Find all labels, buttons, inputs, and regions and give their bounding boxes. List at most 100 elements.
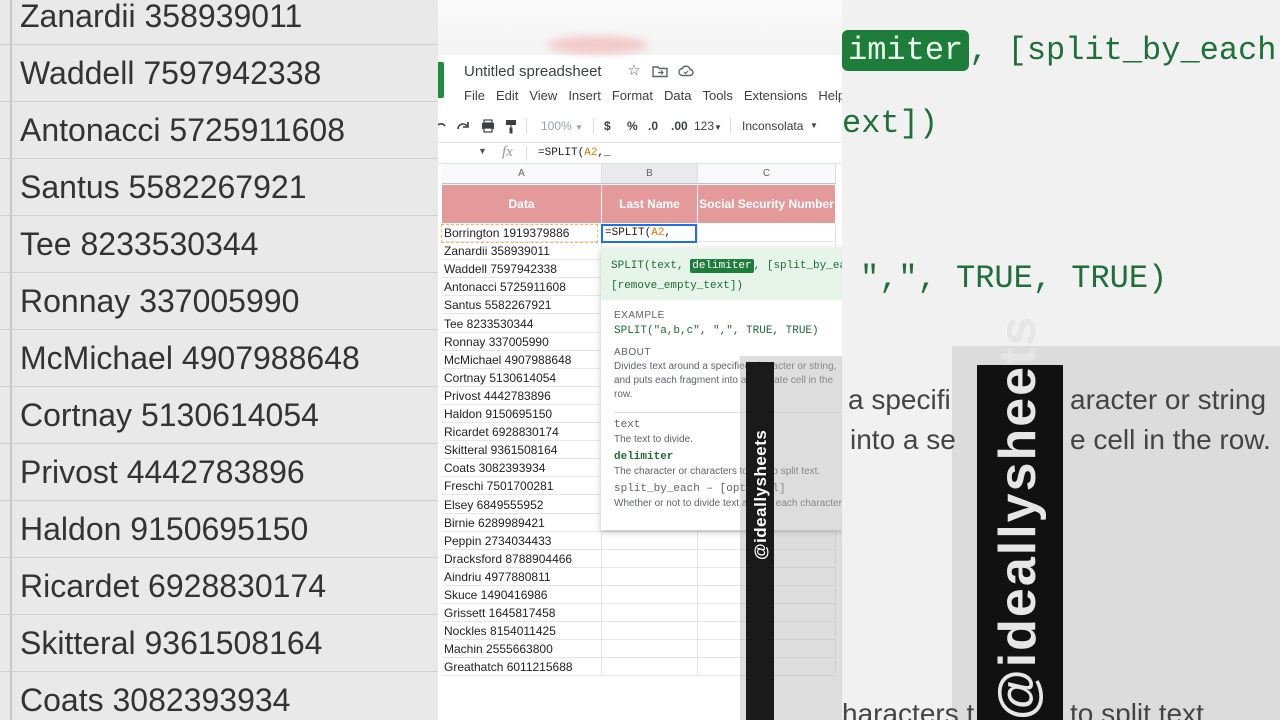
- bg-signature-line2: ext]): [842, 105, 939, 142]
- cell-data[interactable]: Nockles 8154011425: [444, 622, 600, 640]
- header-cell-last-name[interactable]: Last Name: [602, 185, 698, 223]
- active-cell-prefix: =SPLIT(: [605, 227, 652, 239]
- cell-data[interactable]: Ronnay 337005990: [444, 333, 600, 351]
- formats-caret-icon: ▼: [714, 123, 722, 132]
- cell-data[interactable]: Skuce 1490416986: [444, 586, 600, 604]
- cell-data[interactable]: Skitteral 9361508164: [444, 441, 600, 459]
- zoom-caret-icon: ▼: [575, 123, 583, 132]
- red-blur: [548, 36, 648, 54]
- bg-left-row: Zanardii 358939011: [0, 0, 438, 45]
- more-formats-button[interactable]: 123▼: [694, 113, 722, 139]
- font-caret-icon[interactable]: ▼: [810, 113, 818, 139]
- cell-data[interactable]: Tee 8233530344: [444, 315, 600, 333]
- header-cell-ssn[interactable]: Social Security Number: [698, 185, 836, 223]
- print-icon[interactable]: [480, 113, 496, 139]
- font-family-select[interactable]: Inconsolata: [742, 113, 803, 139]
- redo-icon[interactable]: [456, 113, 472, 139]
- bg-left-row: Tee 8233530344: [0, 216, 438, 273]
- sig-start: SPLIT(text,: [611, 260, 691, 272]
- cell-data[interactable]: Grissett 1645817458: [444, 604, 600, 622]
- top-blur-strip: [438, 0, 842, 55]
- menu-data[interactable]: Data: [664, 88, 691, 103]
- cell-data[interactable]: Greathatch 6011215688: [444, 658, 600, 676]
- move-folder-icon[interactable]: [652, 63, 668, 79]
- header-cell-data[interactable]: Data: [442, 185, 602, 223]
- cell-data[interactable]: Aindriu 4977880811: [444, 568, 600, 586]
- bg-left-row: Haldon 9150695150: [0, 501, 438, 558]
- cell-data[interactable]: McMichael 4907988648: [444, 351, 600, 369]
- cell-data[interactable]: Ricardet 6928830174: [444, 423, 600, 441]
- bg-watermark-text: @ideallysheets: [989, 314, 1047, 720]
- signature-line2: [remove_empty_text]): [611, 280, 744, 292]
- cell-data[interactable]: Haldon 9150695150: [444, 405, 600, 423]
- cell-data[interactable]: Waddell 7597942338: [444, 260, 600, 278]
- cell-data[interactable]: Coats 3082393934: [444, 459, 600, 477]
- cell-data[interactable]: Privost 4442783896: [444, 387, 600, 405]
- formula-suffix: ,_: [597, 147, 611, 159]
- background-right-zoom: imiter, [split_by_each ext]) ",", TRUE, …: [842, 0, 1280, 720]
- example-label: EXAMPLE: [614, 310, 665, 321]
- cell-data[interactable]: Freschi 7501700281: [444, 477, 600, 495]
- bg-about-line1a: a specifi: [848, 384, 951, 415]
- toolbar-divider: [730, 118, 731, 134]
- bg-bottom-line-b: to split text.: [1070, 698, 1212, 720]
- toolbar-divider: [593, 118, 594, 134]
- menu-insert[interactable]: Insert: [568, 88, 601, 103]
- document-title[interactable]: Untitled spreadsheet: [464, 63, 602, 80]
- bg-signature-line1: imiter, [split_by_each: [842, 30, 1276, 71]
- cell-data[interactable]: Cortnay 5130614054: [444, 369, 600, 387]
- menu-tools[interactable]: Tools: [702, 88, 732, 103]
- fx-icon: fx: [502, 144, 513, 160]
- toolbar: 100% ▼ $ % .0 .00 123▼ Inconsolata ▼: [438, 113, 842, 139]
- formula-prefix: =SPLIT(: [538, 147, 585, 159]
- cell-data[interactable]: Dracksford 8788904466: [444, 550, 600, 568]
- bg-bottom-line-a: haracters t: [842, 698, 975, 720]
- bg-left-row: Ricardet 6928830174: [0, 558, 438, 615]
- bg-left-row: McMichael 4907988648: [0, 330, 438, 387]
- menu-help[interactable]: Help: [818, 88, 842, 103]
- cloud-status-icon[interactable]: [678, 63, 694, 79]
- column-header-b[interactable]: B: [602, 164, 698, 184]
- toolbar-divider: [526, 118, 527, 134]
- star-icon[interactable]: ☆: [626, 63, 642, 79]
- menu-extensions[interactable]: Extensions: [744, 88, 808, 103]
- bg-left-row: Cortnay 5130614054: [0, 387, 438, 444]
- formula-input[interactable]: =SPLIT(A2,_: [538, 147, 611, 159]
- bg-left-row: Waddell 7597942338: [0, 45, 438, 102]
- increase-decimal-button[interactable]: .00: [671, 113, 688, 139]
- undo-icon[interactable]: [438, 113, 450, 139]
- column-header-c[interactable]: C: [698, 164, 836, 184]
- cell-data[interactable]: Santus 5582267921: [444, 296, 600, 314]
- decrease-decimal-button[interactable]: .0: [648, 113, 658, 139]
- paint-format-icon[interactable]: [504, 113, 518, 139]
- referenced-cell-a2: [441, 224, 598, 243]
- font-family-value: Inconsolata: [742, 119, 804, 133]
- percent-format-button[interactable]: %: [627, 113, 638, 139]
- cell-data[interactable]: Machin 2555663800: [444, 640, 600, 658]
- column-header-a[interactable]: A: [442, 164, 602, 184]
- cell-data[interactable]: Elsey 6849555952: [444, 496, 600, 514]
- cell-data[interactable]: Peppin 2734034433: [444, 532, 600, 550]
- cell-data[interactable]: Antonacci 5725911608: [444, 278, 600, 296]
- sheets-logo-icon[interactable]: [438, 62, 444, 98]
- active-cell-b2[interactable]: =SPLIT(A2,: [601, 224, 697, 243]
- name-box-caret-icon[interactable]: ▼: [478, 146, 487, 156]
- example-text: SPLIT("a,b,c", ",", TRUE, TRUE): [614, 325, 819, 337]
- formula-ref: A2: [584, 147, 598, 159]
- bg-left-row: Ronnay 337005990: [0, 273, 438, 330]
- more-formats-label: 123: [694, 119, 715, 133]
- signature-line1: SPLIT(text, delimiter, [split_by_each]: [611, 256, 842, 276]
- bg-about-line1b: aracter or string: [1070, 384, 1267, 415]
- zoom-select[interactable]: 100% ▼: [541, 113, 583, 139]
- menu-edit[interactable]: Edit: [496, 88, 518, 103]
- bg-about-line2a: into a se: [850, 424, 956, 455]
- cell-data[interactable]: Birnie 6289989421: [444, 514, 600, 532]
- menu-file[interactable]: File: [464, 88, 485, 103]
- watermark-text: @ideallysheets: [751, 429, 770, 560]
- currency-format-button[interactable]: $: [604, 113, 611, 139]
- cell-data[interactable]: Zanardii 358939011: [444, 242, 600, 260]
- menu-format[interactable]: Format: [612, 88, 653, 103]
- menu-view[interactable]: View: [529, 88, 557, 103]
- bg-left-row: Skitteral 9361508164: [0, 615, 438, 672]
- formula-divider: [526, 146, 527, 161]
